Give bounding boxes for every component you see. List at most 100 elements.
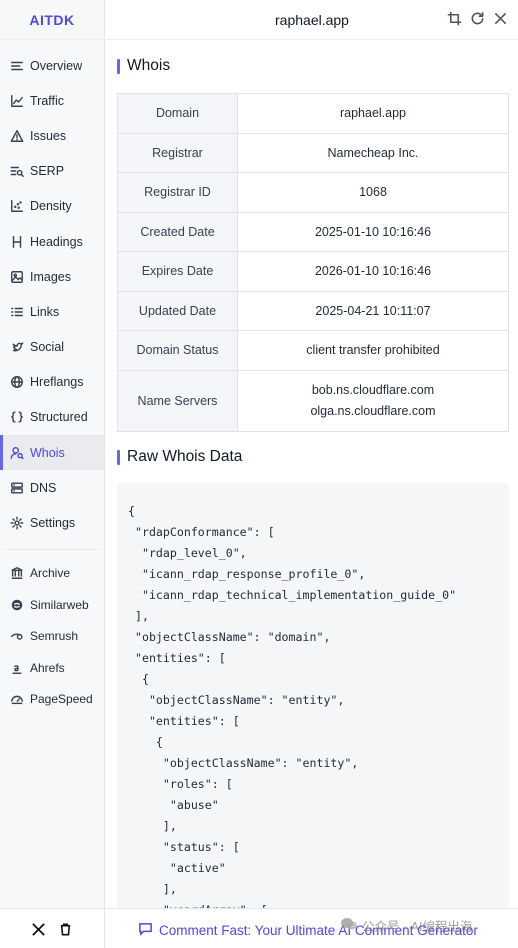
sidebar-item-label: Headings	[30, 234, 83, 249]
main-content: Whois Domain raphael.app Registrar Namec…	[106, 40, 518, 908]
raw-line: {	[128, 504, 135, 518]
refresh-icon[interactable]	[470, 11, 485, 26]
table-key: Domain	[117, 93, 238, 134]
braces-icon	[9, 410, 24, 425]
raw-line: "entities": [	[128, 651, 226, 665]
sidebar-item-whois[interactable]: Whois	[0, 435, 104, 471]
sidebar-item-settings[interactable]: Settings	[0, 505, 104, 540]
raw-line: "entities": [	[128, 714, 240, 728]
header: raphael.app	[106, 0, 518, 40]
table-value: raphael.app	[237, 93, 509, 134]
sidebar-item-label: Structured	[30, 410, 88, 425]
sidebar-nav: Overview Traffic Issues SERP Density Hea…	[0, 40, 104, 541]
table-row: Registrar Namecheap Inc.	[117, 132, 509, 173]
sidebar-item-similarweb[interactable]: Similarweb	[0, 589, 104, 621]
twitter-icon	[9, 340, 24, 355]
sidebar-item-dns[interactable]: DNS	[0, 470, 104, 505]
semrush-icon	[9, 629, 24, 644]
sidebar-item-archive[interactable]: Archive	[0, 558, 104, 590]
raw-line: "rdapConformance": [	[128, 525, 275, 539]
sidebar-item-semrush[interactable]: Semrush	[0, 621, 104, 653]
raw-line: "objectClassName": "domain",	[128, 630, 331, 644]
table-value: 2025-01-10 10:16:46	[237, 211, 509, 252]
sidebar-item-hreflangs[interactable]: Hreflangs	[0, 365, 104, 400]
table-key: Name Servers	[117, 369, 238, 432]
density-icon	[9, 199, 24, 214]
sidebar-item-links[interactable]: Links	[0, 294, 104, 329]
sidebar-divider	[6, 548, 98, 550]
x-icon[interactable]	[31, 922, 46, 937]
user-search-icon	[9, 445, 24, 460]
gear-icon	[9, 516, 24, 531]
sidebar-item-ahrefs[interactable]: Ahrefs	[0, 652, 104, 684]
table-key: Updated Date	[117, 290, 238, 331]
sidebar-item-label: Issues	[30, 128, 67, 143]
table-row: Name Servers bob.ns.cloudflare.com olga.…	[117, 369, 509, 432]
table-value: 2026-01-10 10:16:46	[237, 251, 509, 292]
similarweb-icon	[9, 597, 24, 612]
watermark: 公众号 · AI编程出海	[340, 916, 472, 935]
name-server: bob.ns.cloudflare.com	[311, 382, 435, 397]
sidebar-item-headings[interactable]: Headings	[0, 224, 104, 259]
raw-line: "roles": [	[128, 777, 233, 791]
footer-tools	[0, 909, 105, 948]
table-row: Domain Status client transfer prohibited	[117, 330, 509, 371]
close-icon[interactable]	[493, 11, 508, 26]
trash-icon[interactable]	[58, 922, 73, 937]
table-value: client transfer prohibited	[237, 330, 509, 371]
raw-whois-data: { "rdapConformance": [ "rdap_level_0", "…	[117, 483, 509, 908]
sidebar-item-label: Traffic	[30, 93, 65, 108]
raw-section-title: Raw Whois Data	[117, 448, 242, 466]
sidebar-item-label: Similarweb	[30, 597, 89, 612]
sidebar-item-structured[interactable]: Structured	[0, 400, 104, 435]
table-row: Domain raphael.app	[117, 93, 509, 134]
image-icon	[9, 269, 24, 284]
raw-line: {	[128, 735, 163, 749]
crop-icon[interactable]	[447, 11, 462, 26]
sidebar-item-label: Density	[30, 199, 72, 214]
raw-line: "objectClassName": "entity",	[128, 693, 345, 707]
sidebar-item-label: Ahrefs	[30, 660, 65, 675]
sidebar-item-label: Images	[30, 269, 71, 284]
sidebar-item-pagespeed[interactable]: PageSpeed	[0, 684, 104, 716]
brand-logo[interactable]: AITDK	[0, 0, 104, 40]
wechat-icon	[340, 917, 358, 934]
table-row: Expires Date 2026-01-10 10:16:46	[117, 251, 509, 292]
sidebar-item-issues[interactable]: Issues	[0, 118, 104, 153]
serp-icon	[9, 164, 24, 179]
server-icon	[9, 480, 24, 495]
whois-table: Domain raphael.app Registrar Namecheap I…	[117, 93, 509, 432]
raw-line: ],	[128, 882, 177, 896]
table-key: Expires Date	[117, 251, 238, 292]
table-row: Updated Date 2025-04-21 10:11:07	[117, 290, 509, 331]
raw-line: "status": [	[128, 840, 240, 854]
globe-icon	[9, 375, 24, 390]
raw-line: "icann_rdap_technical_implementation_gui…	[128, 588, 457, 602]
raw-line: "objectClassName": "entity",	[128, 756, 359, 770]
list-icon	[9, 58, 24, 73]
raw-line: ],	[128, 819, 177, 833]
sidebar-item-label: Links	[30, 304, 60, 319]
raw-line: "vcardArray": [	[128, 900, 509, 908]
sidebar-item-label: Social	[30, 340, 65, 355]
sidebar-item-label: DNS	[30, 480, 57, 495]
raw-line: "active"	[128, 861, 226, 875]
sidebar-item-serp[interactable]: SERP	[0, 154, 104, 189]
sidebar-item-label: SERP	[30, 164, 65, 179]
warning-icon	[9, 128, 24, 143]
table-value: 1068	[237, 172, 509, 213]
sidebar-item-traffic[interactable]: Traffic	[0, 83, 104, 118]
table-row: Created Date 2025-01-10 10:16:46	[117, 211, 509, 252]
whois-section-title: Whois	[117, 57, 170, 75]
sidebar-item-social[interactable]: Social	[0, 330, 104, 365]
table-value: Namecheap Inc.	[237, 132, 509, 173]
sidebar-item-density[interactable]: Density	[0, 189, 104, 224]
pagespeed-icon	[9, 692, 24, 707]
page-title: raphael.app	[275, 11, 349, 28]
sidebar-item-images[interactable]: Images	[0, 259, 104, 294]
sidebar-item-label: PageSpeed	[30, 692, 93, 707]
watermark-text: 公众号 · AI编程出海	[362, 920, 473, 934]
raw-line: "abuse"	[128, 798, 219, 812]
sidebar-item-overview[interactable]: Overview	[0, 48, 104, 83]
sidebar-item-label: Settings	[30, 516, 76, 531]
